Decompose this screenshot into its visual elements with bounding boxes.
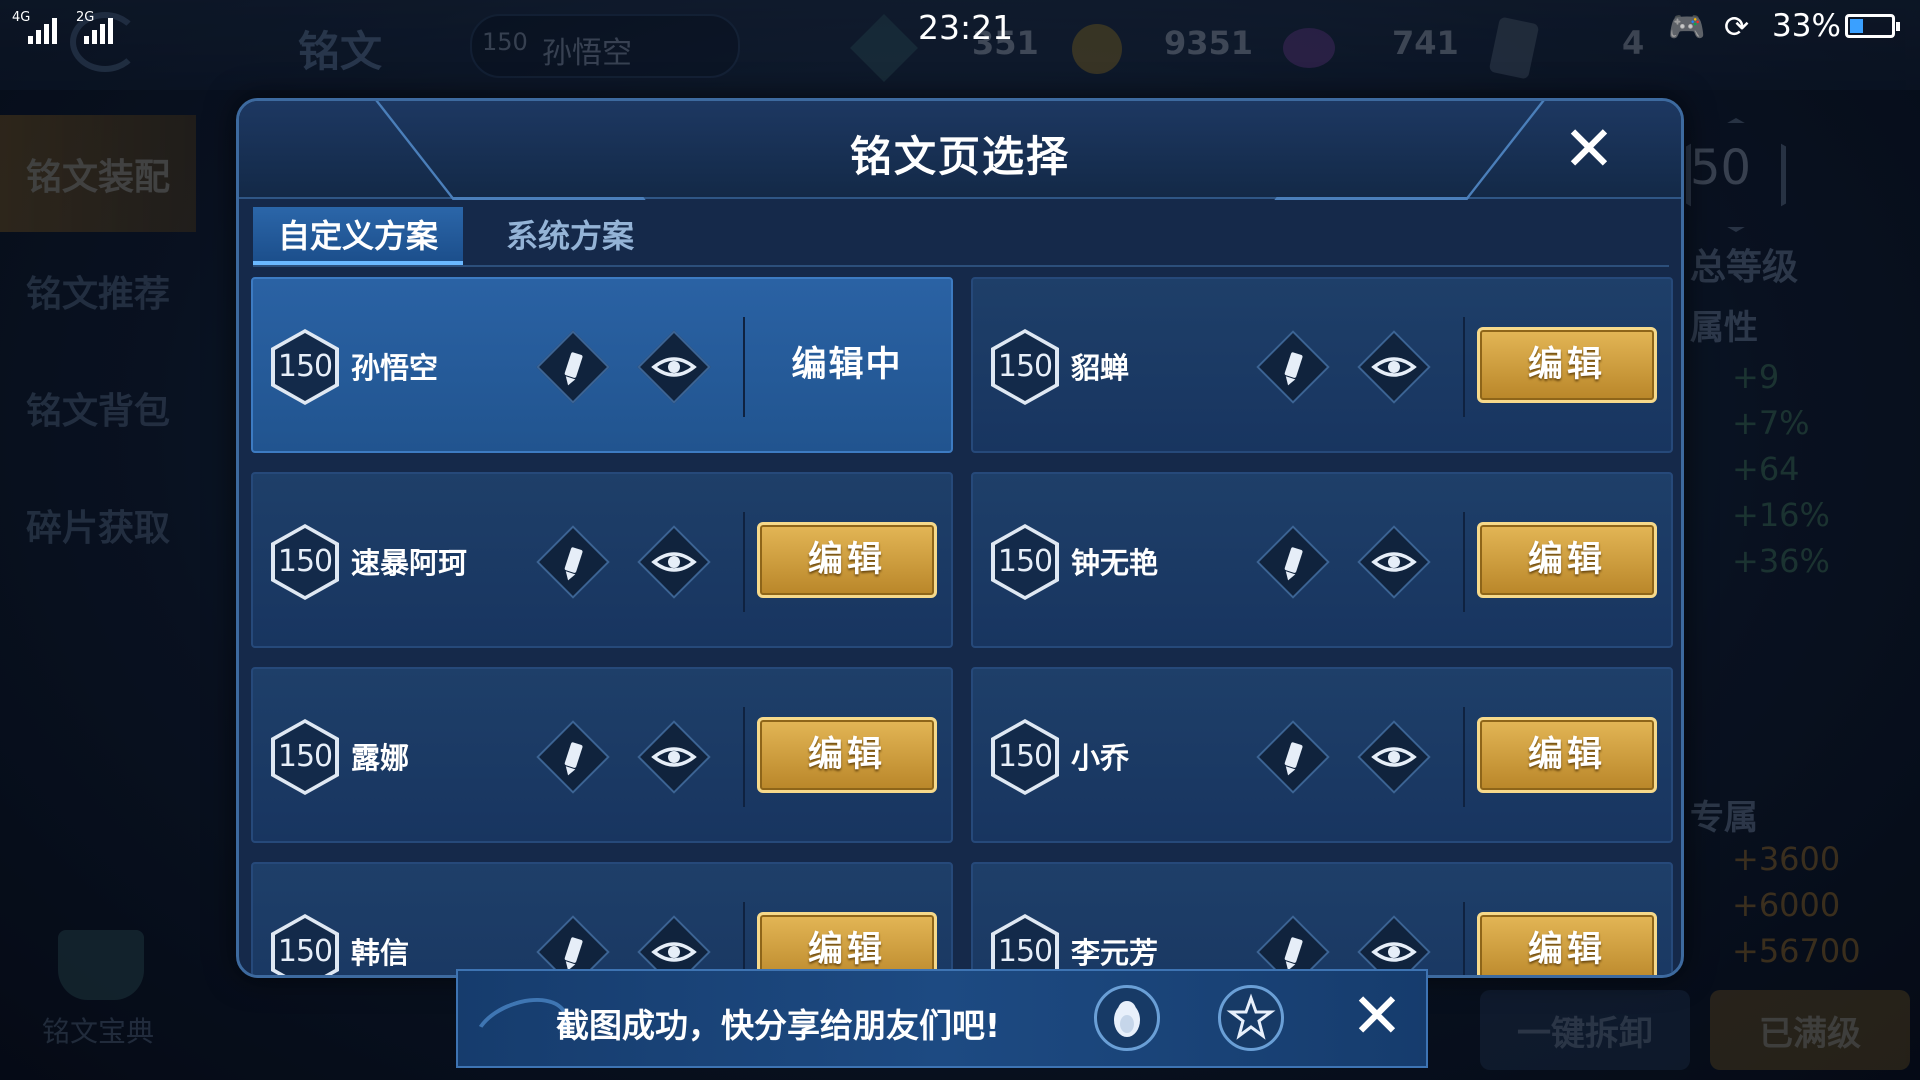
level-hex-icon: 150 (271, 329, 339, 405)
gamepad-icon: 🎮 (1668, 10, 1706, 45)
card-level: 150 (277, 349, 333, 384)
edit-button[interactable]: 编辑 (1477, 522, 1657, 598)
edit-button[interactable]: 编辑 (1477, 717, 1657, 793)
rune-page-card[interactable]: 150 钟无艳 编辑 (971, 472, 1673, 648)
share-toast: 截图成功，快分享给朋友们吧! ✕ (456, 969, 1428, 1075)
eye-icon[interactable] (637, 525, 711, 599)
level-hex-icon: 150 (991, 719, 1059, 795)
eye-icon[interactable] (637, 330, 711, 404)
eye-icon[interactable] (1357, 525, 1431, 599)
level-hex-icon: 150 (271, 914, 339, 975)
divider (1463, 902, 1465, 975)
battery-icon (1845, 14, 1900, 38)
rune-page-card[interactable]: 150 韩信 编辑 (251, 862, 953, 975)
rotation-lock-icon: ⟳ (1724, 10, 1750, 45)
rune-page-select-dialog: 铭文页选择 ✕ 自定义方案 系统方案 150 孙悟空 编辑中 150 貂蝉 编辑 150 速暴… (236, 98, 1684, 978)
card-hero-name: 露娜 (351, 741, 410, 775)
rune-page-card[interactable]: 150 露娜 编辑 (251, 667, 953, 843)
divider (1463, 707, 1465, 807)
card-level: 150 (277, 544, 333, 579)
edit-button[interactable]: 编辑 (757, 717, 937, 793)
rune-page-card[interactable]: 150 李元芳 编辑 (971, 862, 1673, 975)
card-level: 150 (277, 934, 333, 969)
rune-page-card[interactable]: 150 小乔 编辑 (971, 667, 1673, 843)
edit-button[interactable]: 编辑 (757, 522, 937, 598)
card-level: 150 (997, 739, 1053, 774)
close-icon[interactable]: ✕ (1559, 118, 1619, 180)
eye-icon[interactable] (637, 720, 711, 794)
pencil-icon[interactable] (1256, 720, 1330, 794)
card-level: 150 (997, 349, 1053, 384)
status-bar: 4G 2G 23:21 🎮 ⟳ 33% (0, 0, 1920, 54)
eye-icon[interactable] (1357, 720, 1431, 794)
dialog-title: 铭文页选择 (849, 132, 1070, 181)
editing-label: 编辑中 (791, 345, 903, 385)
edit-button[interactable]: 编辑 (1477, 327, 1657, 403)
card-hero-name: 小乔 (1071, 741, 1130, 775)
toast-message: 截图成功，快分享给朋友们吧! (556, 1006, 1001, 1045)
divider (743, 707, 745, 807)
eye-icon[interactable] (1357, 330, 1431, 404)
card-hero-name: 钟无艳 (1071, 546, 1159, 580)
card-level: 150 (277, 739, 333, 774)
divider (743, 317, 745, 417)
card-hero-name: 韩信 (351, 936, 410, 970)
battery-level-fill (1850, 19, 1864, 33)
divider (1463, 317, 1465, 417)
tab-system[interactable]: 系统方案 (475, 207, 665, 265)
pencil-icon[interactable] (536, 525, 610, 599)
level-hex-icon: 150 (271, 524, 339, 600)
pencil-icon[interactable] (536, 720, 610, 794)
signal-icon (84, 18, 113, 44)
card-level: 150 (997, 544, 1053, 579)
pencil-icon[interactable] (536, 330, 610, 404)
card-hero-name: 李元芳 (1071, 936, 1159, 970)
tab-bar: 自定义方案 系统方案 (253, 207, 1669, 267)
pencil-icon[interactable] (1256, 525, 1330, 599)
pencil-icon[interactable] (1256, 330, 1330, 404)
rune-page-card[interactable]: 150 貂蝉 编辑 (971, 277, 1673, 453)
rune-page-card[interactable]: 150 孙悟空 编辑中 (251, 277, 953, 453)
close-icon[interactable]: ✕ (1344, 983, 1410, 1049)
card-hero-name: 貂蝉 (1071, 351, 1130, 385)
clock: 23:21 (918, 8, 1014, 47)
card-hero-name: 孙悟空 (351, 351, 439, 385)
divider (743, 902, 745, 975)
qzone-star-icon[interactable] (1218, 985, 1284, 1051)
qq-penguin-icon[interactable] (1094, 985, 1160, 1051)
battery-percent: 33% (1772, 8, 1841, 44)
tab-custom[interactable]: 自定义方案 (253, 207, 463, 265)
level-hex-icon: 150 (991, 524, 1059, 600)
card-hero-name: 速暴阿珂 (351, 546, 468, 580)
level-hex-icon: 150 (991, 329, 1059, 405)
level-hex-icon: 150 (271, 719, 339, 795)
card-level: 150 (997, 934, 1053, 969)
rune-page-card[interactable]: 150 速暴阿珂 编辑 (251, 472, 953, 648)
signal-icon (28, 18, 57, 44)
divider (743, 512, 745, 612)
dialog-header: 铭文页选择 ✕ (239, 101, 1681, 200)
edit-button[interactable]: 编辑 (1477, 912, 1657, 975)
divider (1463, 512, 1465, 612)
